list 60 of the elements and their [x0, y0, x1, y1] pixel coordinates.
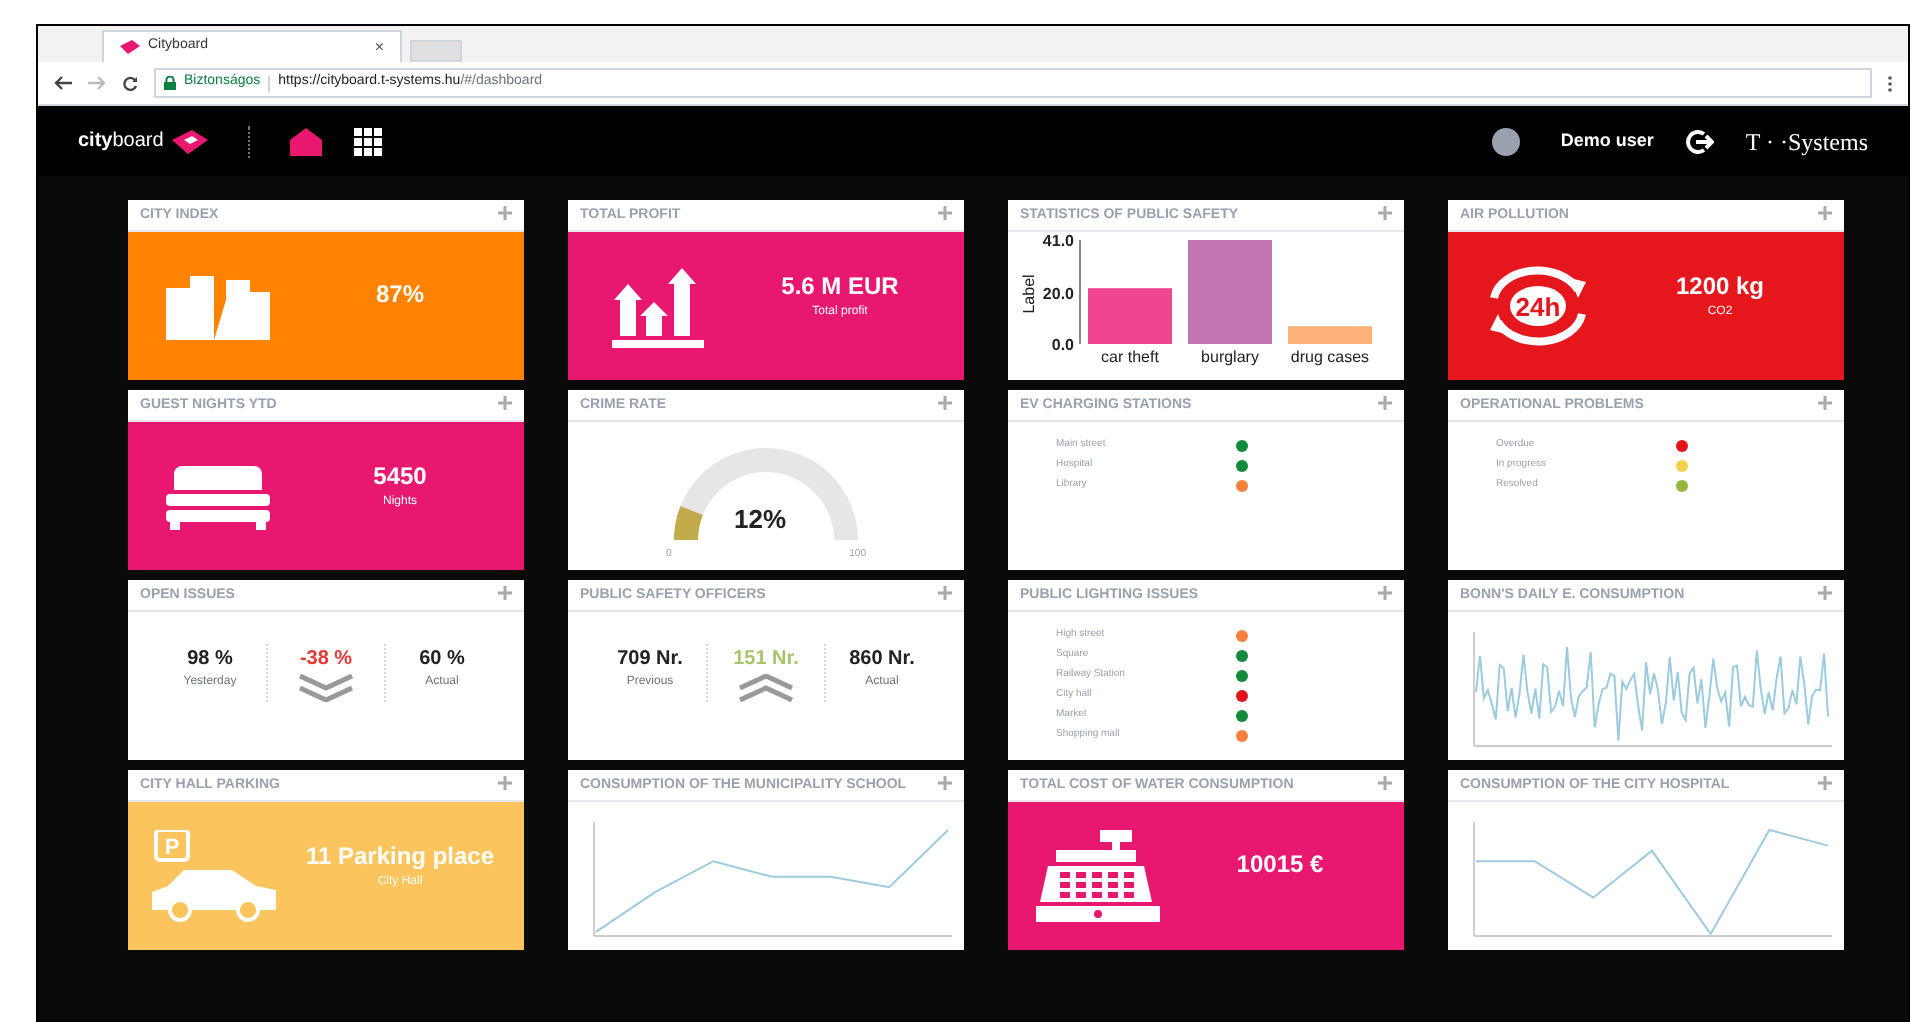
category-label: burglary	[1201, 348, 1259, 366]
tab-close[interactable]: ×	[374, 35, 384, 59]
cash-register-icon	[1036, 830, 1160, 922]
plus-icon[interactable]	[498, 776, 512, 790]
compare-value: 60 %	[419, 646, 465, 674]
cube-logo-icon	[120, 40, 140, 54]
category-label: car theft	[1101, 348, 1159, 366]
stat-value: 10015 €	[1236, 848, 1324, 882]
plus-icon[interactable]	[1378, 396, 1392, 410]
stat-value: 11 Parking place	[305, 839, 495, 873]
stat-value: 5.6 M EUR	[781, 269, 899, 303]
forward-arrow-icon[interactable]	[88, 76, 106, 90]
bar	[1188, 240, 1272, 344]
stat-value: 5450	[373, 459, 427, 493]
reload-icon[interactable]	[122, 75, 138, 91]
gauge-value: 12%	[734, 501, 787, 537]
app-logo-text: cityboard	[78, 128, 164, 156]
user-name[interactable]: Demo user	[1560, 127, 1654, 155]
back-arrow-icon[interactable]	[54, 76, 72, 90]
double-chevron-up-icon	[736, 674, 796, 702]
plus-icon[interactable]	[1378, 586, 1392, 600]
plus-icon[interactable]	[1818, 206, 1832, 220]
tick-label: 0.0	[1051, 336, 1074, 354]
buildings-icon	[166, 272, 270, 340]
plus-icon[interactable]	[938, 586, 952, 600]
plus-icon[interactable]	[498, 396, 512, 410]
compare-value: 860 Nr.	[849, 646, 915, 674]
stat-value: 1200 kg	[1675, 269, 1765, 303]
compare-value: 709 Nr.	[617, 646, 683, 674]
plus-icon[interactable]	[1818, 396, 1832, 410]
plus-icon[interactable]	[1378, 206, 1392, 220]
tick-label: 41.0	[1042, 232, 1074, 250]
change-value: 151 Nr.	[733, 646, 799, 674]
bed-icon	[166, 462, 270, 530]
brand-name: T · ·Systems	[1745, 125, 1868, 159]
bar	[1088, 288, 1172, 344]
change-value: -38 %	[299, 646, 353, 674]
home-icon[interactable]	[289, 127, 322, 155]
rising-arrows-icon	[612, 264, 704, 348]
plus-icon[interactable]	[1818, 586, 1832, 600]
plus-icon[interactable]	[498, 586, 512, 600]
double-chevron-down-icon	[296, 674, 356, 702]
logout-icon[interactable]	[1685, 129, 1714, 153]
compare-value: 98 %	[187, 646, 233, 674]
plus-icon[interactable]	[938, 776, 952, 790]
y-axis	[1079, 239, 1081, 345]
stat-value: 87%	[375, 278, 425, 312]
grid-icon[interactable]	[353, 127, 382, 155]
lock-icon	[164, 76, 176, 90]
tick-label: 20.0	[1042, 285, 1074, 304]
plus-icon[interactable]	[498, 206, 512, 220]
bar	[1288, 326, 1372, 344]
cube-logo-icon	[171, 129, 208, 153]
axis-label: Label	[1020, 274, 1038, 314]
user-avatar[interactable]	[1492, 127, 1521, 155]
plus-icon[interactable]	[1378, 776, 1392, 790]
plus-icon[interactable]	[938, 396, 952, 410]
plus-icon[interactable]	[938, 206, 952, 220]
plus-icon[interactable]	[1818, 776, 1832, 790]
category-label: drug cases	[1290, 348, 1370, 366]
